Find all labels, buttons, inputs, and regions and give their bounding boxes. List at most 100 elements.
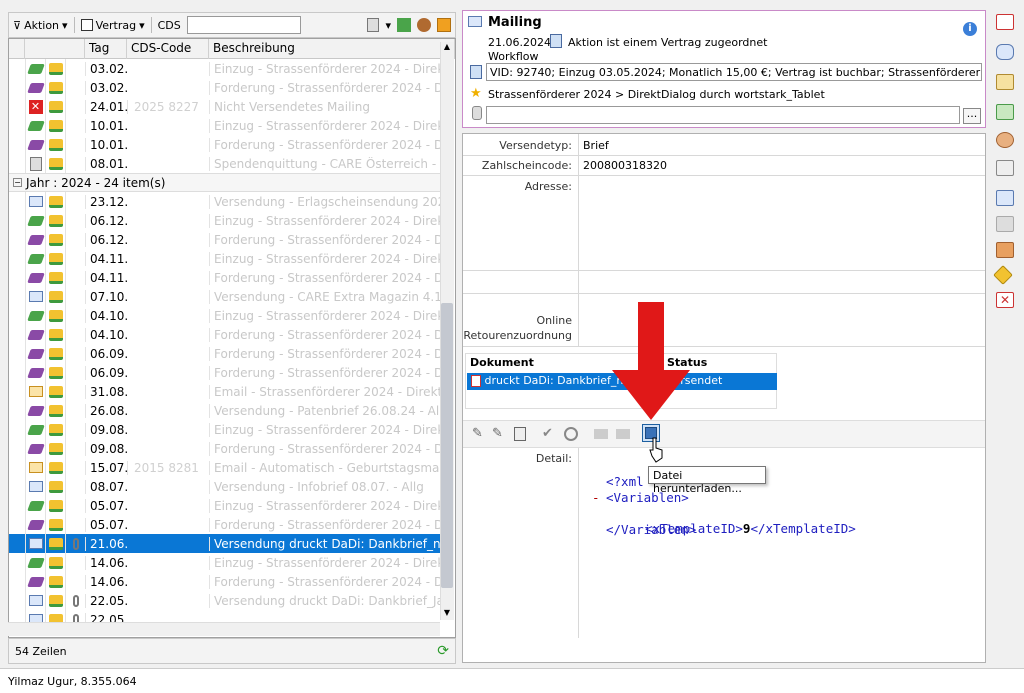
horizontal-scrollbar[interactable] (8, 622, 440, 636)
row-description: Forderung - Strassenförderer 2024 - Dire… (209, 346, 441, 361)
more-button[interactable]: ... (963, 108, 981, 124)
document-icon[interactable] (996, 160, 1014, 176)
excel-export-icon[interactable] (397, 18, 411, 32)
row-contract-cell (45, 420, 65, 439)
pdf-icon[interactable] (996, 14, 1014, 30)
table-row[interactable]: 31.08. Email - Strassenförderer 2024 - Di… (9, 382, 441, 401)
table-row[interactable]: 14.06. Einzug - Strassenförderer 2024 - D… (9, 553, 441, 572)
check-icon[interactable]: ✔ (542, 426, 558, 442)
row-attachment-cell (65, 534, 85, 553)
table-row[interactable]: 26.08. Versendung - Patenbrief 26.08.24 -… (9, 401, 441, 420)
table-row[interactable]: 10.01. Forderung - Strassenförderer 2024 … (9, 135, 441, 154)
contract-icon (48, 271, 63, 284)
delete-icon[interactable]: ✕ (996, 292, 1014, 308)
table-row[interactable]: 03.02. Einzug - Strassenförderer 2024 - D… (9, 59, 441, 78)
aktion-label: Aktion (24, 18, 60, 32)
row-type-cell (25, 192, 45, 211)
table-row[interactable]: 10.01. Einzug - Strassenförderer 2024 - D… (9, 116, 441, 135)
row-tag: 10.01. (85, 118, 128, 133)
export-icon[interactable] (514, 427, 526, 441)
table-row[interactable]: 23.12. Versendung - Erlagscheinsendung 20… (9, 192, 441, 211)
column-header-beschreibung[interactable]: Beschreibung (209, 39, 455, 59)
row-description: Nicht Versendetes Mailing (209, 99, 441, 114)
settings-icon[interactable] (437, 18, 451, 32)
column-header-cds-code[interactable]: CDS-Code (127, 39, 209, 59)
xml-collapse-toggle[interactable]: - (592, 490, 600, 505)
new-document-icon[interactable] (367, 18, 380, 32)
row-tag: 14.06. (85, 555, 128, 570)
vertrag-checkbox[interactable] (80, 19, 93, 31)
row-attachment-cell (65, 401, 85, 420)
table-row[interactable]: 04.11. Einzug - Strassenförderer 2024 - D… (9, 249, 441, 268)
group-row-2024[interactable]: − Jahr : 2024 - 24 item(s) (9, 173, 441, 192)
row-attachment-cell (65, 306, 85, 325)
table-row[interactable]: 14.06. Forderung - Strassenförderer 2024 … (9, 572, 441, 591)
row-attachment-cell (65, 420, 85, 439)
filter-icon: ⊽ (13, 18, 22, 32)
table-row[interactable]: 09.08. Forderung - Strassenförderer 2024 … (9, 439, 441, 458)
chevron-down-icon: ▾ (139, 18, 145, 32)
column-header-tag[interactable]: Tag (85, 39, 127, 59)
table-row[interactable]: 06.12. Einzug - Strassenförderer 2024 - D… (9, 211, 441, 230)
row-tag: 03.02. (85, 61, 128, 76)
row-attachment-cell (65, 477, 85, 496)
users-icon[interactable] (996, 132, 1014, 148)
table-row[interactable]: 04.10. Forderung - Strassenförderer 2024 … (9, 325, 441, 344)
mail-icon[interactable] (996, 190, 1014, 206)
letter-icon[interactable] (996, 74, 1014, 90)
vid-field[interactable]: VID: 92740; Einzug 03.05.2024; Monatlich… (486, 63, 982, 81)
user-icon[interactable] (417, 18, 431, 32)
aktion-filter-button[interactable]: ⊽ Aktion ▾ (13, 19, 68, 32)
scroll-up-icon[interactable]: ▲ (441, 42, 453, 54)
table-row[interactable]: 07.10. Versendung - CARE Extra Magazin 4.… (9, 287, 441, 306)
attach-icon[interactable]: ✎ (472, 426, 488, 442)
contract-icon (48, 518, 63, 531)
contract-icon (48, 233, 63, 246)
chevron-down-icon[interactable]: ▾ (385, 19, 391, 32)
refresh-icon[interactable]: ⟳ (437, 643, 449, 659)
contract-icon (48, 100, 63, 113)
table-row[interactable]: 03.02. Forderung - Strassenförderer 2024 … (9, 78, 441, 97)
row-tag: 08.07. (85, 479, 128, 494)
row-type-cell (25, 325, 45, 344)
vertrag-toggle[interactable]: Vertrag ▾ (80, 18, 145, 32)
clock-icon[interactable] (564, 427, 578, 441)
table-row[interactable]: 06.09. Forderung - Strassenförderer 2024 … (9, 363, 441, 382)
mail-icon (28, 595, 43, 606)
table-row[interactable]: ✕ 24.01. 2025 8227 Nicht Versendetes Mailin… (9, 97, 441, 116)
table-row[interactable]: 06.12. Forderung - Strassenförderer 2024 … (9, 230, 441, 249)
comment-icon[interactable] (996, 44, 1014, 60)
table-row[interactable]: 08.01. Spendenquittung - CARE Österreich … (9, 154, 441, 173)
table-row[interactable]: 05.07. Forderung - Strassenförderer 2024 … (9, 515, 441, 534)
row-tag: 06.09. (85, 365, 128, 380)
contract-icon (48, 423, 63, 436)
mailing-note-input[interactable] (486, 106, 960, 124)
detach-icon[interactable]: ✎ (492, 426, 508, 442)
add-document-icon[interactable] (996, 104, 1014, 120)
table-row[interactable]: 08.07. Versendung - Infobrief 08.07. - Al… (9, 477, 441, 496)
table-row[interactable]: 15.07. 2015 8281 Email - Automatisch - Geb… (9, 458, 441, 477)
table-row[interactable]: 21.06. Versendung druckt DaDi: Dankbrief_… (9, 534, 441, 553)
chat-icon[interactable] (996, 216, 1014, 232)
payment-icon (26, 253, 45, 264)
scrollbar-thumb[interactable] (441, 303, 453, 588)
mail-icon (28, 386, 43, 397)
table-row[interactable]: 04.11. Forderung - Strassenförderer 2024 … (9, 268, 441, 287)
info-icon[interactable]: i (963, 22, 977, 36)
divider (578, 134, 579, 346)
table-row[interactable]: 09.08. Einzug - Strassenförderer 2024 - D… (9, 420, 441, 439)
scroll-down-icon[interactable]: ▼ (441, 608, 453, 620)
download-tooltip: Datei herunterladen... (648, 466, 766, 495)
collapse-icon[interactable]: − (13, 178, 22, 187)
money-add-icon[interactable] (996, 242, 1014, 258)
table-row[interactable]: 06.09. Forderung - Strassenförderer 2024 … (9, 344, 441, 363)
row-contract-cell (45, 135, 65, 154)
row-contract-cell (45, 344, 65, 363)
campaign-path: Strassenförderer 2024 > DirektDialog dur… (488, 88, 825, 101)
cds-search-input[interactable] (186, 16, 301, 34)
table-row[interactable]: 05.07. Einzug - Strassenförderer 2024 - D… (9, 496, 441, 515)
tag-icon[interactable] (993, 265, 1013, 285)
payment-icon (26, 120, 45, 131)
table-row[interactable]: 04.10. Einzug - Strassenförderer 2024 - D… (9, 306, 441, 325)
table-row[interactable]: 22.05. Versendung druckt DaDi: Dankbrief_… (9, 591, 441, 610)
